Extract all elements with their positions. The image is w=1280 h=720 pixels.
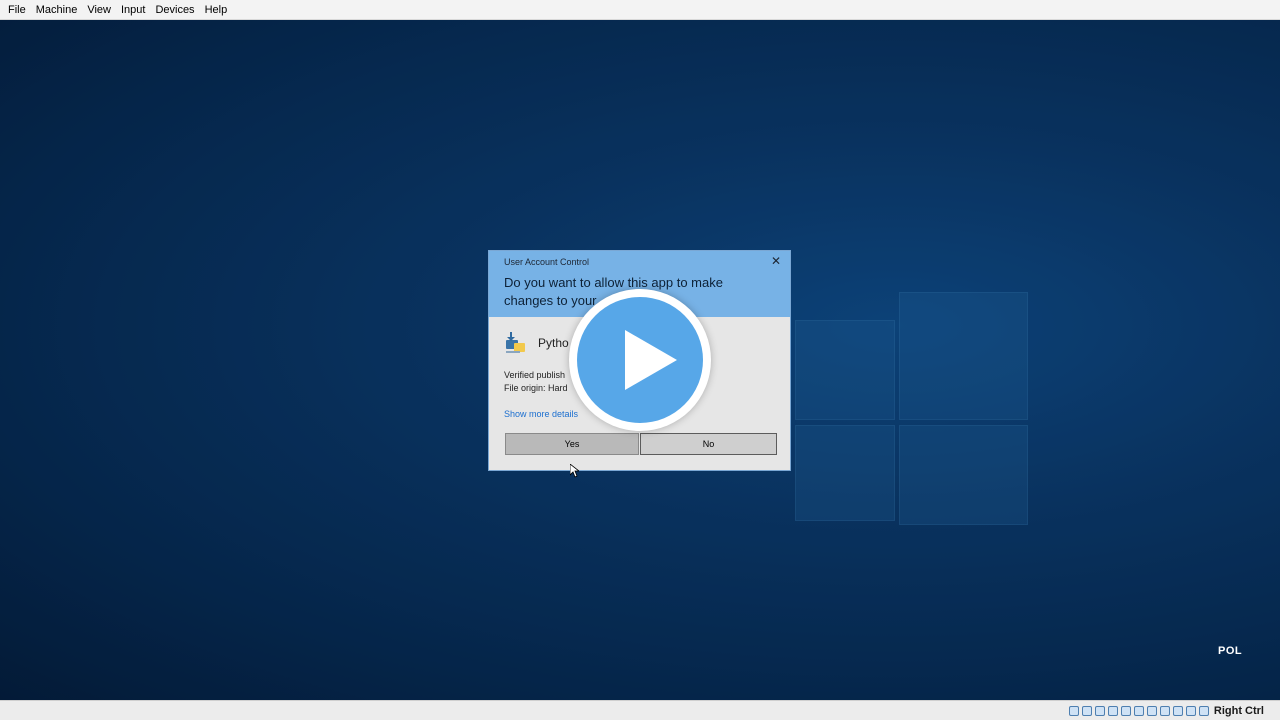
keyboard-icon[interactable] [1198,705,1209,716]
host-key-label: Right Ctrl [1213,704,1264,717]
show-more-details-link[interactable]: Show more details [504,409,578,419]
python-installer-icon [504,331,528,355]
menu-file[interactable]: File [3,0,31,20]
video-play-button[interactable] [569,289,711,431]
shared-folder-icon[interactable] [1133,705,1144,716]
hard-disk-icon[interactable] [1068,705,1079,716]
play-icon [625,330,677,390]
uac-publisher: Verified publish [504,370,566,380]
menu-machine[interactable]: Machine [31,0,83,20]
mouse-cursor-icon [570,464,579,478]
vm-menubar: File Machine View Input Devices Help [0,0,1280,20]
usb-icon[interactable] [1120,705,1131,716]
mouse-integration-icon[interactable] [1185,705,1196,716]
close-icon[interactable]: ✕ [771,254,781,268]
yes-button[interactable]: Yes [505,433,639,455]
language-indicator[interactable]: POL [1218,645,1242,657]
display-icon[interactable] [1146,705,1157,716]
play-button-circle [577,297,703,423]
menu-view[interactable]: View [82,0,116,20]
uac-file-origin: File origin: Hard [504,383,568,393]
uac-app-row: Pytho [504,331,569,355]
menu-input[interactable]: Input [116,0,150,20]
menu-help[interactable]: Help [200,0,233,20]
video-capture-icon[interactable] [1159,705,1170,716]
uac-title: User Account Control [504,257,590,267]
vm-statusbar: Right Ctrl [0,700,1280,720]
virtualization-icon[interactable] [1172,705,1183,716]
network-icon[interactable] [1107,705,1118,716]
uac-app-name: Pytho [538,336,569,350]
optical-drive-icon[interactable] [1081,705,1092,716]
audio-icon[interactable] [1094,705,1105,716]
menu-devices[interactable]: Devices [150,0,199,20]
no-button[interactable]: No [640,433,777,455]
